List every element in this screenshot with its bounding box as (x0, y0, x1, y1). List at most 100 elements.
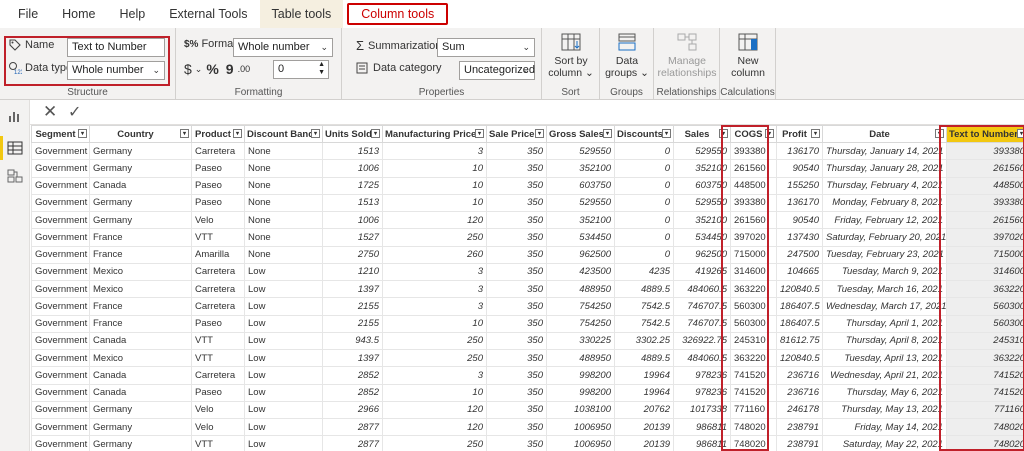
filter-dropdown-icon[interactable]: ▾ (78, 129, 87, 138)
tab-external-tools[interactable]: External Tools (157, 0, 259, 28)
column-header[interactable]: COGS ▾ (730, 125, 777, 143)
table-cell: 261560 (730, 159, 777, 178)
column-header[interactable]: Discounts ▾ (614, 125, 674, 143)
table-cell: 448500 (730, 176, 777, 195)
table-row: Government Canada VTT Low 943.5 250 350 330225 3… (31, 331, 1024, 351)
table-cell: 250 (382, 435, 487, 451)
comma-button[interactable]: 9 (226, 61, 234, 77)
filter-dropdown-icon[interactable]: ▾ (811, 129, 820, 138)
decimal-places-icon[interactable]: .00 (238, 64, 251, 74)
column-header[interactable]: Discount Band ▾ (244, 125, 323, 143)
close-icon[interactable]: ✕ (43, 102, 57, 122)
tab-help[interactable]: Help (108, 0, 158, 28)
table-cell: 120 (382, 210, 487, 230)
table-cell: 748020 (730, 435, 777, 451)
table-cell: Paseo (191, 176, 245, 195)
filter-dropdown-icon[interactable]: ▾ (475, 129, 484, 138)
table-cell: 1210 (322, 262, 383, 282)
decimal-places-input[interactable]: 0 ▲ ▼ (273, 60, 329, 79)
table-cell: 155250 (776, 176, 823, 195)
table-cell: Government (31, 417, 90, 437)
table-cell: 350 (486, 435, 547, 451)
chevron-down-icon: ⌄ (320, 42, 328, 52)
table-cell: None (244, 245, 323, 264)
column-header[interactable]: Sales ▾ (673, 125, 731, 143)
report-view-icon[interactable] (7, 108, 23, 124)
column-header-label: Text to Number (949, 128, 1018, 140)
table-cell: 314600 (946, 262, 1024, 282)
filter-dropdown-icon[interactable]: ▾ (935, 129, 944, 138)
column-header-label: Discounts (617, 128, 663, 140)
filter-dropdown-icon[interactable]: ▾ (662, 129, 671, 138)
column-header[interactable]: Date ▾ (822, 125, 947, 143)
table-cell: Government (31, 141, 90, 161)
sort-by-column-button[interactable]: Sort by column ⌄ (546, 32, 596, 79)
table-cell: 260 (382, 245, 487, 264)
data-groups-button[interactable]: Data groups ⌄ (602, 32, 652, 79)
table-cell: 754250 (546, 297, 615, 316)
table-cell: 1006950 (546, 417, 615, 437)
column-header-label: Manufacturing Price (385, 128, 477, 140)
relationships-group: Manage relationships Relationships (654, 28, 720, 100)
chevron-down-icon: ⌄ (637, 67, 649, 79)
table-cell: 350 (486, 210, 547, 230)
filter-dropdown-icon[interactable]: ▾ (311, 129, 320, 138)
table-cell: Low (244, 348, 323, 368)
table-cell: 245310 (946, 331, 1024, 351)
table-row: Government Germany Carretera None 1513 3 350 52… (31, 141, 1024, 161)
table-cell: 7542.5 (614, 314, 674, 333)
table-cell: Government (31, 314, 90, 333)
summarization-select[interactable]: Sum ⌄ (437, 38, 535, 57)
properties-group: Σ Summarization Sum ⌄ Data category Uncat… (342, 28, 542, 100)
table-row: Government Germany Paseo None 1513 10 350 52955… (31, 193, 1024, 213)
spinner-icon[interactable]: ▲ ▼ (318, 61, 325, 77)
filter-dropdown-icon[interactable]: ▾ (765, 129, 774, 138)
table-cell: 3 (382, 262, 487, 282)
data-view-icon[interactable] (7, 140, 23, 156)
column-header[interactable]: Manufacturing Price ▾ (382, 125, 487, 143)
filter-dropdown-icon[interactable]: ▾ (180, 129, 189, 138)
filter-dropdown-icon[interactable]: ▾ (371, 129, 380, 138)
table-cell: None (244, 141, 323, 161)
tab-column-tools[interactable]: Column tools (347, 3, 449, 25)
column-header[interactable]: Segment ▾ (31, 125, 90, 143)
table-cell: 90540 (776, 159, 823, 178)
tab-file[interactable]: File (6, 0, 50, 28)
filter-dropdown-icon[interactable]: ▾ (535, 129, 544, 138)
check-icon[interactable]: ✓ (68, 102, 81, 122)
tab-home[interactable]: Home (50, 0, 107, 28)
data-category-select[interactable]: Uncategorized ⌄ (459, 61, 535, 80)
column-header[interactable]: Text to Number ▾ (946, 125, 1024, 143)
filter-dropdown-icon[interactable]: ▾ (233, 129, 242, 138)
table-cell: 2155 (322, 297, 383, 316)
column-header[interactable]: Gross Sales ▾ (546, 125, 615, 143)
table-cell: Government (31, 366, 90, 385)
new-column-button[interactable]: New column (722, 32, 774, 79)
manage-relationships-button[interactable]: Manage relationships (656, 32, 718, 79)
filter-dropdown-icon[interactable]: ▾ (1017, 129, 1024, 138)
table-cell: 246178 (776, 400, 823, 420)
filter-dropdown-icon[interactable]: ▾ (719, 129, 728, 138)
structure-highlight-box (4, 36, 170, 86)
table-cell: Thursday, May 6, 2021 (822, 383, 947, 402)
new-column-icon (738, 33, 758, 51)
table-cell: 0 (614, 159, 674, 178)
column-header[interactable]: Country ▾ (89, 125, 192, 143)
table-cell: Low (244, 314, 323, 333)
manage-label: Manage (668, 55, 706, 67)
table-row: Government Mexico Carretera Low 1210 3 350 4235… (31, 262, 1024, 282)
table-cell: Carretera (191, 297, 245, 316)
table-cell: Mexico (89, 279, 192, 299)
column-header[interactable]: Product ▾ (191, 125, 245, 143)
chevron-down-icon[interactable]: ⌄ (195, 64, 203, 75)
percent-button[interactable]: % (206, 61, 218, 77)
column-header[interactable]: Profit ▾ (776, 125, 823, 143)
column-header[interactable]: Sale Price ▾ (486, 125, 547, 143)
format-select[interactable]: Whole number ⌄ (233, 38, 333, 57)
tab-table-tools[interactable]: Table tools (259, 0, 344, 28)
currency-button[interactable]: $ (184, 61, 192, 77)
model-view-icon[interactable] (7, 168, 23, 184)
table-cell: Low (244, 279, 323, 299)
filter-dropdown-icon[interactable]: ▾ (603, 129, 612, 138)
column-header[interactable]: Units Sold ▾ (322, 125, 383, 143)
